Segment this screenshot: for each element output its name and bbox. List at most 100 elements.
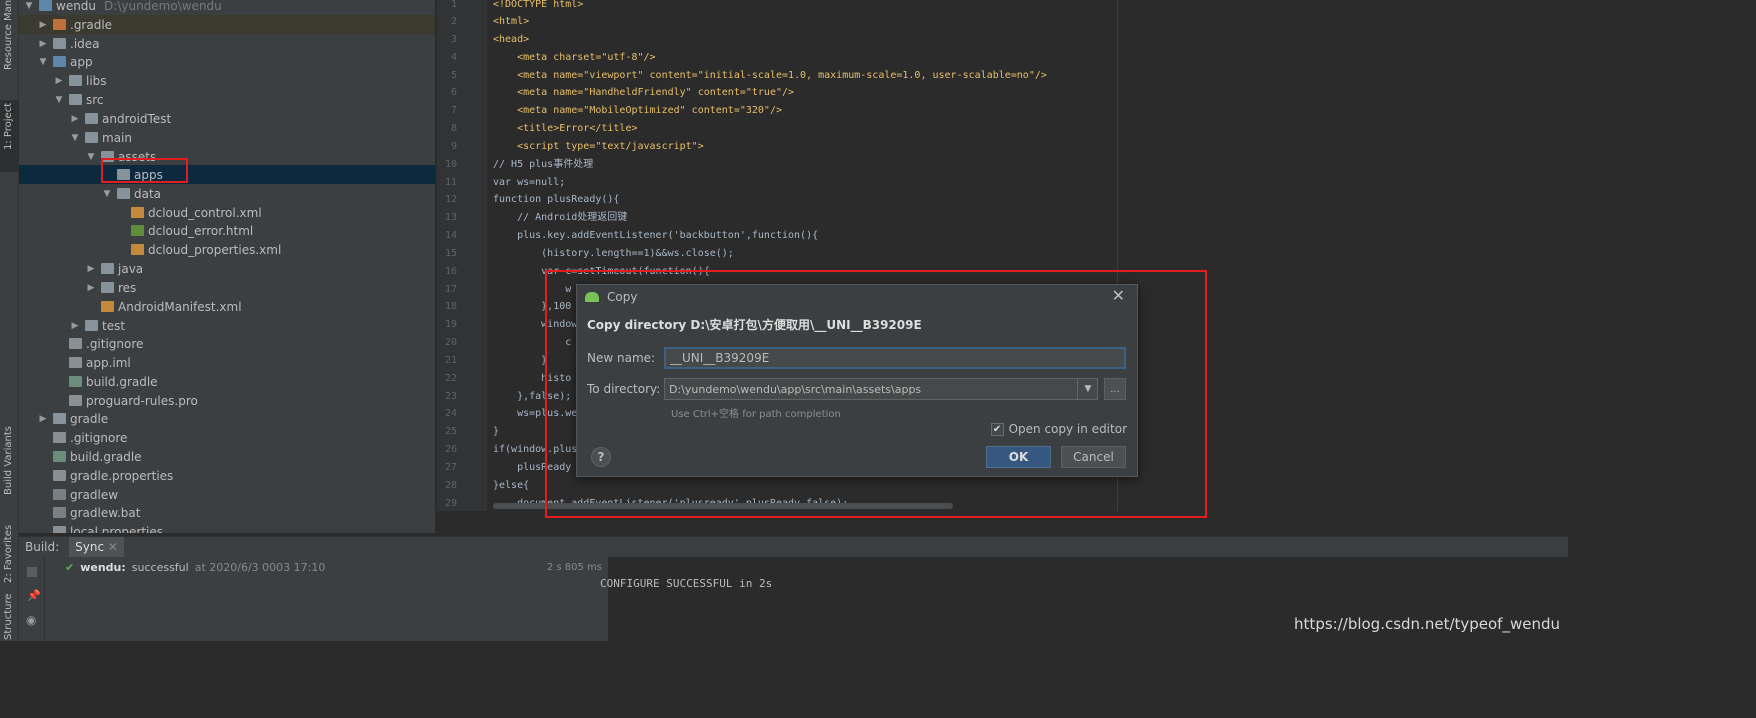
code-line: <meta charset="utf-8"/> (493, 52, 656, 63)
tree-item-java[interactable]: ▶ java (19, 259, 435, 278)
xml-file-icon (131, 244, 144, 255)
code-line: (history.length==1)&&ws.close(); (493, 248, 734, 259)
line-number: 11 (444, 177, 457, 188)
code-line: } (493, 355, 548, 366)
tree-item-res[interactable]: ▶ res (19, 278, 435, 297)
line-number: 24 (444, 408, 457, 419)
tree-item-dcloud-control[interactable]: dcloud_control.xml (19, 203, 435, 222)
code-line: }else{ (493, 480, 530, 491)
tree-item-local-properties[interactable]: local.properties (19, 522, 435, 533)
tree-item-app[interactable]: ▼ app (19, 52, 435, 71)
properties-file-icon (53, 526, 66, 533)
line-number: 12 (444, 194, 457, 205)
tab-structure[interactable]: Structure (0, 593, 19, 641)
line-number: 10 (444, 159, 457, 170)
chevron-down-icon[interactable]: ▼ (85, 152, 97, 162)
annotation-box-dialog (545, 270, 1207, 518)
chevron-right-icon[interactable]: ▶ (85, 283, 97, 293)
folder-icon (53, 38, 66, 49)
gradle-file-icon (69, 376, 82, 387)
tree-item-wendu[interactable]: ▼ wendu D:\yundemo\wendu (19, 0, 435, 15)
tab-project[interactable]: 1: Project (0, 100, 19, 172)
folder-icon (101, 282, 114, 293)
script-file-icon (53, 489, 66, 500)
pin-icon[interactable]: 📌 (27, 589, 41, 602)
code-line: <meta name="MobileOptimized" content="32… (493, 105, 782, 116)
chevron-down-icon[interactable]: ▼ (53, 95, 65, 105)
tree-item-app-gitignore[interactable]: .gitignore (19, 334, 435, 353)
tree-item-dcloud-error[interactable]: dcloud_error.html (19, 221, 435, 240)
build-tree: ✔ wendu: successful at 2020/6/3 0003 17:… (45, 557, 609, 641)
module-folder-icon (39, 0, 52, 11)
line-number: 29 (444, 498, 457, 509)
chevron-right-icon[interactable]: ▶ (69, 114, 81, 124)
line-number: 21 (444, 355, 457, 366)
line-number: 13 (444, 212, 457, 223)
tree-item-test[interactable]: ▶ test (19, 316, 435, 335)
line-number-gutter: 1 2 3 4 5 6 7 8 9 10 11 12 13 14 15 16 1… (437, 0, 487, 511)
code-line: <head> (493, 34, 530, 45)
line-number: 8 (450, 123, 457, 134)
tree-item-root-gitignore[interactable]: .gitignore (19, 428, 435, 447)
tab-favorites[interactable]: 2: Favorites (0, 525, 19, 595)
eye-icon[interactable]: ◉ (26, 613, 36, 627)
chevron-right-icon[interactable]: ▶ (85, 264, 97, 274)
tree-item-gradlew[interactable]: gradlew (19, 485, 435, 504)
chevron-down-icon[interactable]: ▼ (37, 57, 49, 67)
tree-item-androidmanifest[interactable]: AndroidManifest.xml (19, 297, 435, 316)
chevron-right-icon[interactable]: ▶ (37, 414, 49, 424)
tree-item-libs[interactable]: ▶ libs (19, 71, 435, 90)
chevron-right-icon[interactable]: ▶ (69, 321, 81, 331)
code-line: // Android处理返回键 (493, 212, 628, 223)
build-result-row[interactable]: ✔ wendu: successful at 2020/6/3 0003 17:… (65, 561, 325, 574)
code-line: <title>Error</title> (493, 123, 638, 134)
line-number: 23 (444, 391, 457, 402)
folder-icon (53, 413, 66, 424)
tree-item-proguard[interactable]: proguard-rules.pro (19, 391, 435, 410)
line-number: 14 (444, 230, 457, 241)
tree-item-gradlew-bat[interactable]: gradlew.bat (19, 503, 435, 522)
tree-item-main[interactable]: ▼ main (19, 128, 435, 147)
tree-item-app-build-gradle[interactable]: build.gradle (19, 372, 435, 391)
module-folder-icon (53, 56, 66, 67)
line-number: 25 (444, 426, 457, 437)
tree-item-apps[interactable]: apps (19, 165, 435, 184)
stop-icon[interactable] (27, 567, 37, 577)
close-icon[interactable]: ✕ (108, 540, 118, 554)
chevron-down-icon[interactable]: ▼ (101, 189, 113, 199)
folder-icon (117, 188, 130, 199)
tree-item-gradle[interactable]: ▶ gradle (19, 409, 435, 428)
tree-item-app-iml[interactable]: app.iml (19, 353, 435, 372)
check-icon: ✔ (65, 561, 75, 574)
script-file-icon (53, 507, 66, 518)
line-number: 28 (444, 480, 457, 491)
line-number: 15 (444, 248, 457, 259)
folder-icon (69, 94, 82, 105)
chevron-right-icon[interactable]: ▶ (37, 20, 49, 30)
tree-item-androidtest[interactable]: ▶ androidTest (19, 109, 435, 128)
tree-item-src[interactable]: ▼ src (19, 90, 435, 109)
tree-item-data[interactable]: ▼ data (19, 184, 435, 203)
xml-file-icon (131, 207, 144, 218)
tree-item-assets[interactable]: ▼ assets (19, 147, 435, 166)
tab-build-variants[interactable]: Build Variants (0, 425, 19, 515)
line-number: 19 (444, 319, 457, 330)
line-number: 4 (450, 52, 457, 63)
tree-item-gradle-dir[interactable]: ▶ .gradle (19, 15, 435, 34)
tab-sync[interactable]: Sync ✕ (69, 536, 124, 558)
tree-item-gradle-properties[interactable]: gradle.properties (19, 466, 435, 485)
chevron-down-icon[interactable]: ▼ (23, 1, 35, 11)
chevron-down-icon[interactable]: ▼ (69, 133, 81, 143)
tree-item-dcloud-properties[interactable]: dcloud_properties.xml (19, 240, 435, 259)
tab-resource-manager[interactable]: Resource Manager (0, 0, 19, 88)
chevron-right-icon[interactable]: ▶ (37, 39, 49, 49)
code-line: <script type="text/javascript"> (493, 141, 704, 152)
tree-item-root-build-gradle[interactable]: build.gradle (19, 447, 435, 466)
tree-item-idea[interactable]: ▶ .idea (19, 34, 435, 53)
line-number: 27 (444, 462, 457, 473)
watermark: https://blog.csdn.net/typeof_wendu (1294, 615, 1560, 633)
chevron-right-icon[interactable]: ▶ (53, 76, 65, 86)
annotation-box-apps (101, 158, 188, 183)
line-number: 5 (450, 70, 457, 81)
build-toolwindow-header: Build: Sync ✕ (19, 536, 1568, 558)
